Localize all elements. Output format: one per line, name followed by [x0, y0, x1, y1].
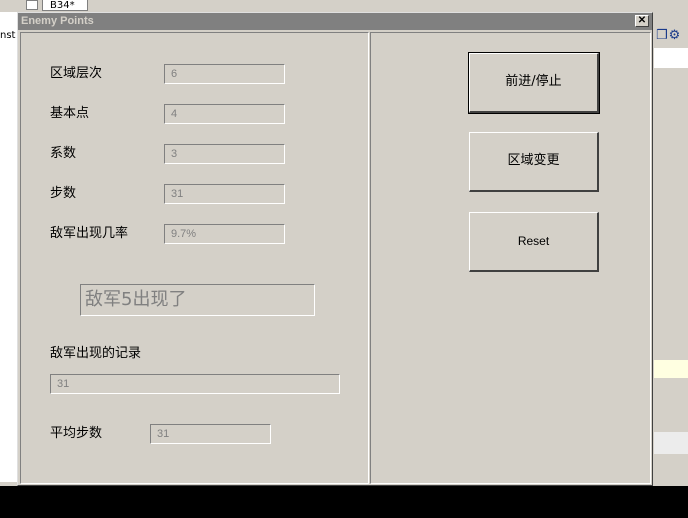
zone-level-field[interactable]: 6	[164, 64, 285, 84]
reset-button[interactable]: Reset	[469, 212, 599, 272]
steps-field[interactable]: 31	[164, 184, 285, 204]
close-icon: ✕	[637, 15, 647, 26]
coefficient-label: 系数	[50, 146, 77, 161]
window-title: Enemy Points	[21, 15, 94, 27]
avg-steps-label: 平均步数	[50, 426, 103, 441]
close-button[interactable]: ✕	[635, 15, 649, 27]
background-left-window	[0, 12, 18, 482]
background-tab[interactable]: B34*	[42, 0, 88, 11]
background-checkbox	[26, 0, 38, 10]
background-toolbar-icons[interactable]: ❒⚙	[656, 28, 681, 43]
status-panel: 区域层次 6 基本点 4 系数 3 步数 31 敌军出现几率 9.7% 敌军5出…	[20, 32, 369, 484]
steps-label: 步数	[50, 186, 77, 201]
enemy-rate-field[interactable]: 9.7%	[164, 224, 285, 244]
background-right-area	[654, 432, 688, 454]
advance-stop-button[interactable]: 前进/停止	[468, 52, 600, 114]
background-left-text: nst	[0, 30, 16, 41]
window-titlebar[interactable]: Enemy Points ✕	[18, 13, 652, 30]
base-point-label: 基本点	[50, 106, 90, 121]
record-label: 敌军出现的记录	[50, 346, 142, 361]
control-panel: 前进/停止 区域变更 Reset	[370, 32, 651, 484]
zone-level-label: 区域层次	[50, 66, 103, 81]
base-point-field[interactable]: 4	[164, 104, 285, 124]
enemy-points-window: Enemy Points ✕ 区域层次 6 基本点 4 系数 3 步数 31 敌…	[17, 12, 653, 486]
enemy-rate-label: 敌军出现几率	[50, 226, 129, 241]
record-field[interactable]: 31	[50, 374, 340, 394]
enemy-appeared-message: 敌军5出现了	[80, 284, 315, 316]
background-right-window	[654, 12, 688, 482]
background-window-top	[0, 0, 688, 12]
avg-steps-field[interactable]: 31	[150, 424, 271, 444]
background-right-panel	[654, 48, 688, 68]
desktop-taskbar-area	[0, 486, 688, 518]
zone-change-button[interactable]: 区域变更	[469, 132, 599, 192]
background-right-tooltip	[654, 360, 688, 378]
coefficient-field[interactable]: 3	[164, 144, 285, 164]
